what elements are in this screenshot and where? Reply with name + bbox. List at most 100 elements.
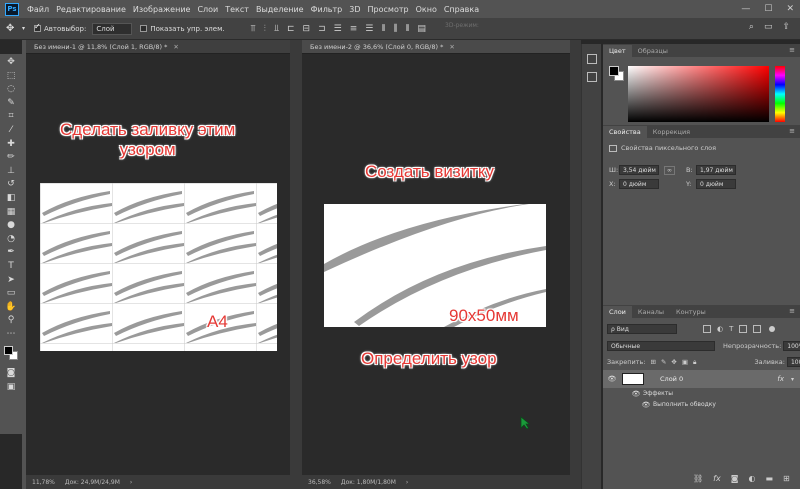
hue-slider[interactable]	[775, 66, 785, 122]
layer-row-layer0[interactable]: 👁︎ Слой 0 fx ▾	[603, 370, 800, 388]
lock-artboard-icon[interactable]: ▣	[682, 358, 688, 366]
clone-stamp-tool-icon[interactable]: ⊥	[4, 165, 18, 177]
eye-icon[interactable]: 👁︎	[605, 375, 619, 383]
healing-brush-tool-icon[interactable]: ✚	[4, 138, 18, 150]
y-input[interactable]: 0 дюйм	[696, 179, 736, 189]
type-tool-icon[interactable]: T	[4, 260, 18, 272]
tab-adjustments[interactable]: Коррекция	[647, 126, 696, 138]
align-top-icon[interactable]: ⫪	[251, 24, 256, 34]
filter-smart-object-icon[interactable]	[753, 325, 762, 333]
color-foreground-swatch[interactable]	[609, 66, 619, 76]
distribute-left-icon[interactable]: ⦀	[381, 24, 385, 34]
filter-pixel-icon[interactable]	[703, 325, 711, 333]
close-icon[interactable]: ✕	[449, 43, 454, 51]
foreground-color-swatch[interactable]	[4, 346, 13, 356]
tab-paths[interactable]: Контуры	[670, 306, 712, 318]
effects-row[interactable]: 👁︎ Эффекты	[629, 388, 673, 399]
doc-2-canvas-area[interactable]: Создать визитку 90x50мм Определить узор	[302, 54, 570, 475]
eraser-tool-icon[interactable]: ◧	[4, 192, 18, 204]
move-tool-icon[interactable]: ✥	[6, 23, 22, 34]
link-icon[interactable]: ∞	[664, 165, 675, 175]
add-style-icon[interactable]: fx	[713, 474, 721, 483]
align-bottom-icon[interactable]: ⫫	[274, 24, 279, 34]
distribute-right-icon[interactable]: ⦀	[405, 24, 409, 34]
align-vcenter-icon[interactable]: ⫶	[264, 24, 266, 34]
close-icon[interactable]: ✕	[173, 43, 178, 51]
workspace-icon[interactable]: ▭	[764, 22, 773, 32]
distribute-hcenter-icon[interactable]: ⫼	[393, 24, 397, 34]
opacity-input[interactable]: 100%	[783, 341, 800, 351]
zoom-tool-icon[interactable]: ⚲	[4, 314, 18, 326]
menu-help[interactable]: Справка	[444, 5, 479, 14]
autoselect-checkbox[interactable]	[34, 22, 41, 32]
show-controls-wrap[interactable]: Показать упр. элем.	[140, 25, 225, 33]
menu-select[interactable]: Выделение	[256, 5, 304, 14]
blend-mode-dropdown[interactable]: Обычные	[607, 341, 715, 351]
maximize-button[interactable]: ☐	[764, 4, 772, 14]
hand-tool-icon[interactable]: ✋	[4, 301, 18, 313]
quick-select-tool-icon[interactable]: ✎	[4, 97, 18, 109]
layer-name[interactable]: Слой 0	[660, 375, 683, 383]
chevron-right-icon[interactable]: ›	[130, 479, 132, 486]
gradient-tool-icon[interactable]: ▦	[4, 206, 18, 218]
new-layer-icon[interactable]: ⊞	[783, 474, 790, 483]
history-brush-tool-icon[interactable]: ↺	[4, 178, 18, 190]
doc-1-canvas-area[interactable]: Сделать заливку этим узором A4	[26, 54, 290, 475]
lock-all-icon[interactable]: 🔒︎	[693, 358, 696, 367]
doc-tab-1[interactable]: Без имени-1 @ 11,8% (Слой 1, RGB/8) * ✕	[26, 40, 290, 54]
lock-position-icon[interactable]: ✥	[671, 358, 676, 366]
minimize-button[interactable]: —	[741, 4, 750, 14]
menu-layers[interactable]: Слои	[197, 5, 218, 14]
chevron-right-icon[interactable]: ›	[406, 479, 408, 486]
doc-2-zoom[interactable]: 36,58%	[308, 479, 331, 486]
layer-filter-dropdown[interactable]: ρ Вид	[607, 324, 677, 334]
autoselect-checkbox-wrap[interactable]: Автовыбор:	[34, 22, 86, 33]
filter-adjustment-icon[interactable]: ◐	[717, 325, 723, 333]
marquee-tool-icon[interactable]: ⬚	[4, 70, 18, 82]
rectangle-tool-icon[interactable]: ▭	[4, 287, 18, 299]
eyedropper-tool-icon[interactable]: ⁄	[4, 124, 18, 136]
align-hcenter-icon[interactable]: ⊟	[303, 24, 311, 34]
dodge-tool-icon[interactable]: ◔	[4, 233, 18, 245]
screen-mode-icon[interactable]: ▣	[4, 381, 18, 393]
filter-toggle-icon[interactable]	[769, 326, 776, 332]
share-icon[interactable]: ⇪	[782, 22, 790, 32]
history-panel-icon[interactable]	[587, 54, 597, 64]
menu-window[interactable]: Окно	[416, 5, 437, 14]
chevron-down-icon[interactable]: ▾	[791, 376, 794, 383]
doc-1-zoom[interactable]: 11,78%	[32, 479, 55, 486]
color-swatches[interactable]	[3, 345, 19, 361]
menu-type[interactable]: Текст	[225, 5, 249, 14]
tab-channels[interactable]: Каналы	[632, 306, 670, 318]
path-select-tool-icon[interactable]: ➤	[4, 274, 18, 286]
lock-pixels-icon[interactable]: ✎	[661, 358, 666, 366]
close-button[interactable]: ✕	[786, 4, 794, 14]
quick-mask-icon[interactable]: ◙	[4, 367, 18, 379]
tab-layers[interactable]: Слои	[603, 306, 632, 318]
align-right-icon[interactable]: ⊐	[318, 24, 326, 34]
move-tool-icon[interactable]: ✥	[4, 56, 18, 68]
pen-tool-icon[interactable]: ✒	[4, 246, 18, 258]
chevron-down-icon[interactable]: ▾	[22, 25, 34, 32]
menu-view[interactable]: Просмотр	[368, 5, 409, 14]
autoselect-dropdown[interactable]: Слой	[92, 22, 133, 35]
align-left-icon[interactable]: ⊏	[287, 24, 295, 34]
crop-tool-icon[interactable]: ⌗	[4, 110, 18, 122]
menu-edit[interactable]: Редактирование	[56, 5, 126, 14]
lasso-tool-icon[interactable]: ◌	[4, 83, 18, 95]
add-mask-icon[interactable]: ◙	[731, 474, 739, 483]
distribute-top-icon[interactable]: ☰	[334, 24, 342, 34]
filter-type-icon[interactable]: T	[729, 325, 733, 333]
distribute-bottom-icon[interactable]: ☰	[365, 24, 373, 34]
search-icon[interactable]: ⌕	[749, 22, 754, 32]
edit-toolbar-icon[interactable]: ⋯	[4, 328, 18, 340]
eye-icon[interactable]: 👁︎	[639, 401, 653, 409]
lock-transparent-icon[interactable]: ⊞	[650, 358, 655, 366]
panel-menu-icon[interactable]: ≡	[789, 307, 795, 315]
blur-tool-icon[interactable]: ●	[4, 219, 18, 231]
color-spectrum-field[interactable]	[628, 66, 769, 122]
distribute-vcenter-icon[interactable]: ≡	[350, 24, 358, 34]
menu-image[interactable]: Изображение	[133, 5, 191, 14]
tab-color[interactable]: Цвет	[603, 45, 632, 57]
tab-properties[interactable]: Свойства	[603, 126, 647, 138]
